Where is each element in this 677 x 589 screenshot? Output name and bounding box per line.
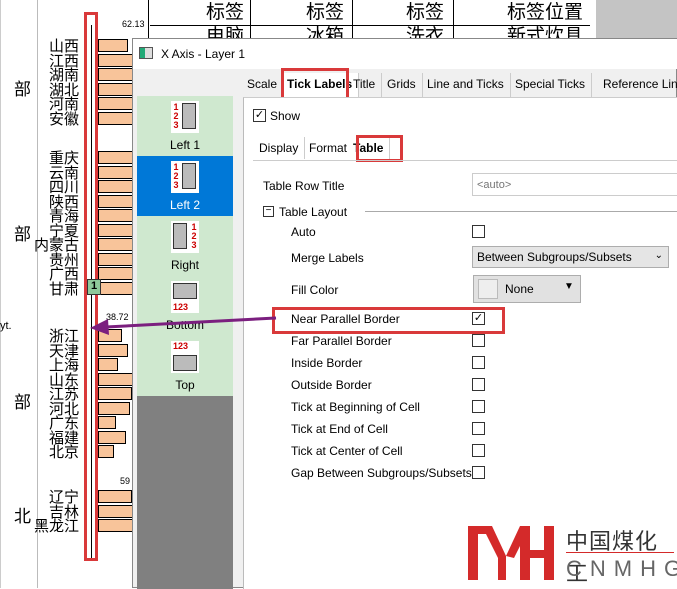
table-layout-label: Table Layout (279, 205, 348, 219)
top-axis-icon: 123 (171, 341, 199, 373)
side-item-right[interactable]: 123 Right (137, 216, 233, 276)
option-label: Outside Border (291, 378, 372, 392)
option-label: Far Parallel Border (291, 334, 392, 348)
province-label: 黑龙江 (33, 517, 79, 535)
bar (98, 490, 132, 503)
fill-color-button[interactable]: None ▼ (473, 275, 581, 303)
side-item-label: Left 1 (169, 138, 201, 152)
auto-label: Auto (291, 225, 316, 239)
left-axis-icon: 123 (171, 161, 199, 193)
dropdown-arrow-icon: ▼ (564, 281, 574, 292)
tab-reference-line[interactable]: Reference Line (597, 73, 677, 97)
option-label: Inside Border (291, 356, 363, 370)
tab-title[interactable]: Title (347, 73, 383, 97)
group-label: 北 (14, 507, 31, 527)
logo (468, 522, 558, 585)
option-checkbox[interactable] (472, 466, 485, 479)
merge-labels-label: Merge Labels (291, 251, 364, 265)
tab-scale[interactable]: Scale (241, 73, 285, 97)
option-label: Tick at Center of Cell (291, 444, 403, 458)
subtab-display[interactable]: Display (253, 137, 306, 159)
layer-marker[interactable]: 1 (87, 279, 101, 295)
side-item-top[interactable]: 123 Top (137, 336, 233, 396)
value-label: 59 (120, 476, 131, 486)
side-label: yt. (0, 320, 12, 332)
value-label: 62.13 (122, 19, 145, 29)
province-label: 甘肃 (48, 279, 79, 298)
side-item-left 2[interactable]: 123 Left 2 (137, 156, 233, 216)
group-label: 部 (14, 393, 31, 413)
bar (98, 358, 118, 371)
auto-checkbox[interactable] (472, 225, 485, 238)
side-item-label: Right (170, 258, 199, 272)
logo-en: CNMHG (566, 556, 677, 581)
bar (98, 387, 132, 400)
province-label: 安徽 (48, 109, 79, 128)
highlight-near-parallel (272, 307, 505, 334)
title-bar: X Axis - Layer 1 (133, 39, 677, 69)
highlight-table-tab (356, 135, 403, 162)
bar (98, 209, 134, 222)
tab-special-ticks[interactable]: Special Ticks (509, 73, 593, 97)
tab-line-and-ticks[interactable]: Line and Ticks (421, 73, 511, 97)
merge-labels-select[interactable]: Between Subgroups/Subsets ⌄ (472, 246, 669, 268)
tab-grids[interactable]: Grids (381, 73, 423, 97)
side-item-left 1[interactable]: 123 Left 1 (137, 96, 233, 156)
bar (98, 401, 130, 415)
bar (98, 39, 128, 52)
bottom-axis-icon: 123 (171, 281, 199, 313)
axis-side-list: 123 Left 1 123 Left 2 123 Right 123 Bottom 123 To… (137, 96, 233, 589)
bar (98, 430, 126, 444)
side-item-label: Left 2 (169, 198, 201, 212)
color-swatch (478, 279, 498, 299)
app-icon (139, 47, 153, 59)
bar (98, 445, 114, 458)
group-label: 部 (14, 80, 31, 100)
option-checkbox[interactable] (472, 334, 485, 347)
option-checkbox[interactable] (472, 378, 485, 391)
province-label: 北京 (48, 443, 79, 461)
option-label: Tick at Beginning of Cell (291, 400, 420, 414)
option-checkbox[interactable] (472, 422, 485, 435)
fill-color-label: Fill Color (291, 283, 339, 297)
collapse-icon[interactable]: − (263, 206, 274, 217)
arrow-annotation (90, 316, 277, 335)
option-label: Tick at End of Cell (291, 422, 388, 436)
option-checkbox[interactable] (472, 400, 485, 413)
table-row-title-input[interactable] (472, 173, 677, 196)
right-axis-icon: 123 (171, 221, 199, 253)
option-checkbox[interactable] (472, 356, 485, 369)
option-checkbox[interactable] (472, 444, 485, 457)
chevron-down-icon: ⌄ (654, 250, 663, 261)
option-label: Gap Between Subgroups/Subsets (291, 466, 472, 480)
bar (98, 416, 116, 429)
bar (98, 343, 128, 357)
table-row-title-label: Table Row Title (263, 179, 345, 193)
show-label: Show (270, 109, 301, 123)
dialog-title: X Axis - Layer 1 (161, 47, 246, 61)
show-checkbox[interactable]: ✓ (253, 109, 266, 122)
side-item-label: Top (175, 378, 195, 392)
left-axis-icon: 123 (171, 101, 199, 133)
group-label: 部 (14, 225, 31, 245)
